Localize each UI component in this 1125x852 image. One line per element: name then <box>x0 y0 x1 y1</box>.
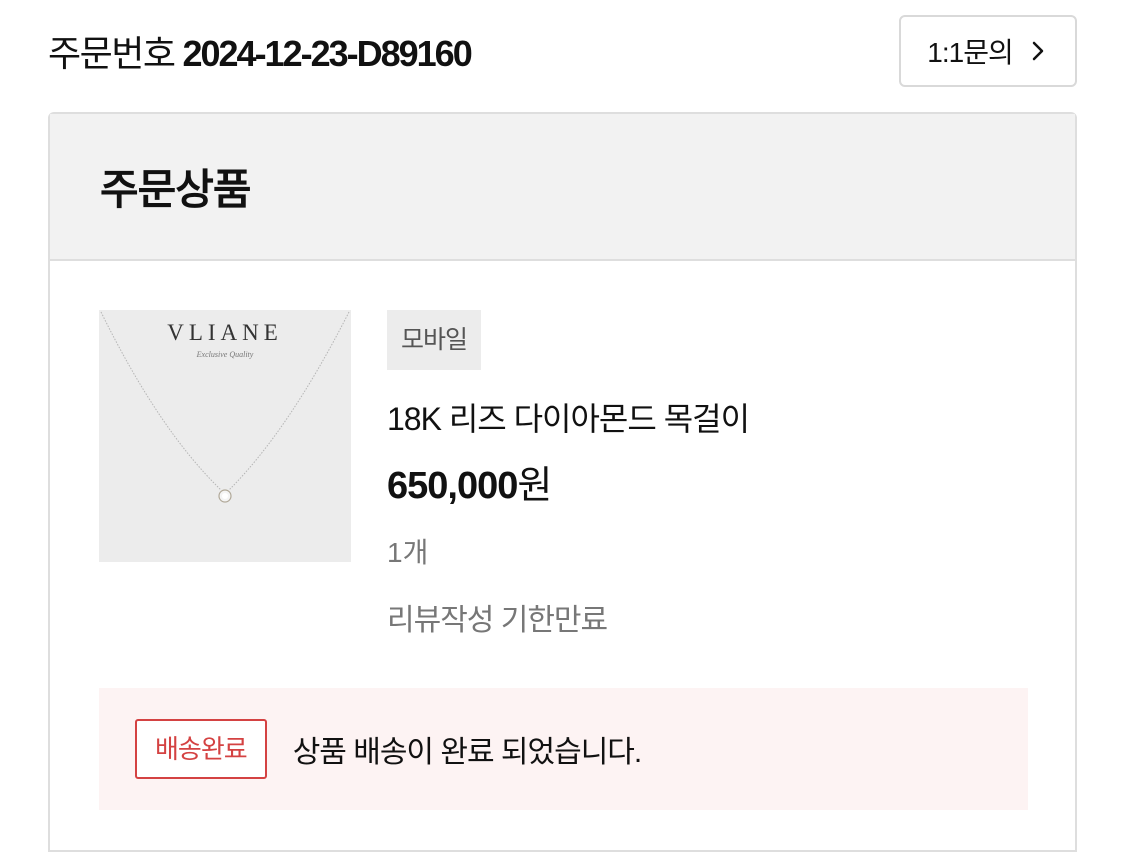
inquiry-button[interactable]: 1:1문의 <box>899 15 1077 87</box>
order-number-label: 주문번호 <box>48 33 176 74</box>
product-name[interactable]: 18K 리즈 다이아몬드 목걸이 <box>387 394 750 440</box>
inquiry-button-label: 1:1문의 <box>927 37 1013 68</box>
product-image[interactable]: VLIANE Exclusive Quality <box>99 310 351 562</box>
section-title: 주문상품 <box>100 166 252 213</box>
delivery-message: 상품 배송이 완료 되었습니다. <box>292 736 643 769</box>
product-price: 650,000원 <box>387 454 749 509</box>
product-info: 모바일 18K 리즈 다이아몬드 목걸이 650,000원 1개 리뷰작성 기한… <box>387 310 750 639</box>
product-image-tagline: Exclusive Quality <box>196 350 254 359</box>
channel-badge: 모바일 <box>387 310 482 370</box>
price-currency: 원 <box>517 465 552 507</box>
price-value: 650,000 <box>387 465 518 507</box>
chevron-right-icon <box>1027 40 1049 62</box>
delivery-notice: 배송완료 상품 배송이 완료 되었습니다. <box>99 688 1028 810</box>
order-number-heading: 주문번호 2024-12-23-D89160 <box>48 30 473 78</box>
review-status: 리뷰작성 기한만료 <box>387 604 608 637</box>
order-items-header: 주문상품 <box>50 114 1075 261</box>
product-quantity: 1개 <box>387 537 429 568</box>
order-items-panel: 주문상품 VLIANE Exclusive Quality 모바일 18K 리즈… <box>48 112 1077 852</box>
order-number-value: 2024-12-23-D89160 <box>182 33 472 74</box>
delivery-status-badge: 배송완료 <box>135 719 267 779</box>
product-image-brand: VLIANE <box>167 320 283 345</box>
